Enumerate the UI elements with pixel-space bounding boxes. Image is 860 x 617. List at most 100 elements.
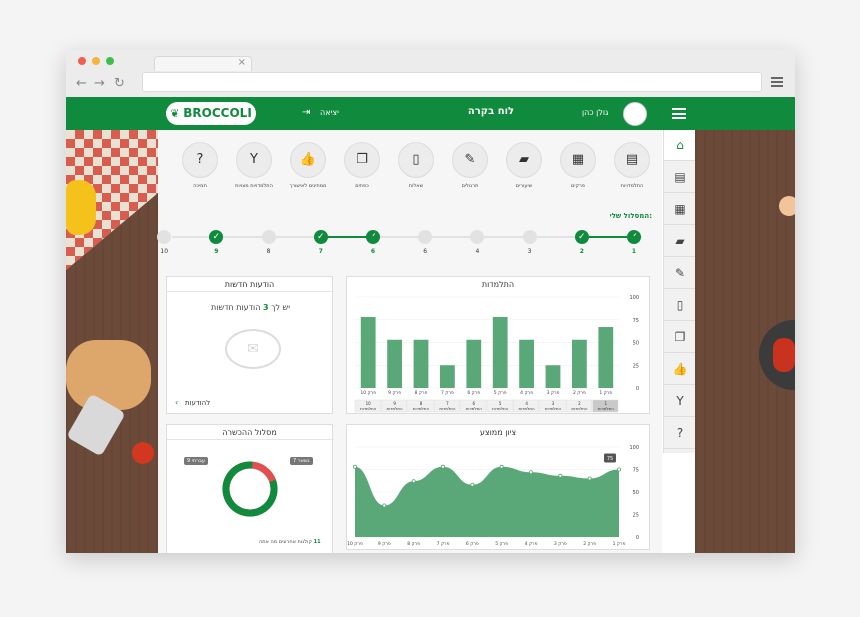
book-icon[interactable]: ▰ bbox=[664, 226, 696, 257]
shortcut-button-9[interactable]: ? bbox=[182, 142, 218, 178]
bar-ytick: 0 bbox=[636, 386, 639, 392]
bar-category-label: פרק 9 bbox=[388, 390, 401, 396]
path-step-label-7: 7 bbox=[318, 248, 323, 255]
path-step-8[interactable] bbox=[261, 230, 276, 244]
path-step-label-4: 4 bbox=[475, 248, 480, 255]
path-step-9[interactable]: ✓ bbox=[209, 230, 224, 244]
path-step-2[interactable]: ✓ bbox=[574, 230, 589, 244]
training-donut bbox=[222, 461, 278, 517]
shortcut-button-1[interactable]: ▤ bbox=[614, 142, 650, 178]
area-point-10[interactable] bbox=[353, 464, 358, 469]
brand-logo[interactable]: ❦ BROCCOLI bbox=[166, 102, 256, 125]
bar-category-label: פרק 1 bbox=[599, 390, 612, 396]
tab-close-icon[interactable]: × bbox=[238, 57, 246, 68]
bar-1[interactable] bbox=[598, 327, 614, 388]
chat-bubble-icon: ✉ bbox=[225, 329, 281, 369]
path-step-5[interactable] bbox=[418, 230, 433, 244]
bar-4[interactable] bbox=[519, 339, 534, 388]
bar-category-label: פרק 3 bbox=[547, 390, 560, 396]
bar-tab-text: התלמדות bbox=[598, 406, 615, 411]
path-step-10[interactable] bbox=[157, 230, 172, 244]
bar-category-label: פרק 5 bbox=[494, 390, 507, 396]
browser-tab[interactable]: × bbox=[154, 56, 252, 71]
copy-icon[interactable]: ❐ bbox=[664, 322, 696, 353]
bar-category-label: פרק 8 bbox=[415, 390, 428, 396]
bar-ytick: 25 bbox=[633, 363, 639, 369]
main-content: ▤ התלמדויות ▦ פרקים ▰ שיעורים ✎ תרגולים ▯ שאלות ❐ כ… bbox=[157, 130, 662, 553]
path-step-4[interactable] bbox=[470, 230, 485, 244]
chevron-left-icon[interactable]: ‹ bbox=[175, 398, 178, 407]
document-icon[interactable]: ▯ bbox=[664, 290, 696, 321]
path-step-7[interactable]: ✓ bbox=[313, 230, 328, 244]
shortcut-button-5[interactable]: ▯ bbox=[398, 142, 434, 178]
shortcut-button-8[interactable]: Y bbox=[236, 142, 272, 178]
bar-8[interactable] bbox=[413, 339, 429, 388]
area-ytick: 75 bbox=[633, 468, 639, 474]
thumbs-up-icon[interactable]: 👍 bbox=[664, 354, 696, 385]
shortcut-label-4: תרגולים bbox=[461, 183, 479, 189]
logout-icon[interactable]: ⇥ bbox=[302, 107, 310, 118]
area-series bbox=[355, 466, 619, 537]
bar-5[interactable] bbox=[492, 317, 508, 388]
bar-7[interactable] bbox=[440, 365, 455, 388]
bar-3[interactable] bbox=[545, 365, 561, 388]
area-chart-card: ציון ממוצע 100 75 50 25 0 פרק 1 פרק 2 פרק 3 פרק … bbox=[346, 424, 650, 550]
bar-chart-card: התלמדות 100 75 50 25 0 פרק 1 1 התלמדות פרק 2 2 התל… bbox=[346, 276, 650, 414]
messages-summary: יש לך 3 הודעות חדשות bbox=[167, 303, 334, 312]
path-step-label-6: 6 bbox=[370, 248, 376, 255]
help-icon[interactable]: ? bbox=[664, 418, 696, 449]
card-icon[interactable]: ▤ bbox=[664, 162, 696, 193]
area-point-7[interactable] bbox=[441, 464, 446, 469]
right-sidebar: ⌂ ▤ ▦ ▰ ✎ ▯ ❐ 👍 Y? bbox=[663, 130, 696, 453]
bar-9[interactable] bbox=[387, 339, 402, 388]
tomato-image bbox=[132, 442, 154, 464]
home-icon[interactable]: ⌂ bbox=[664, 130, 696, 161]
messages-link[interactable]: להודעות bbox=[185, 399, 210, 407]
shortcut-label-9: תמיכה bbox=[193, 183, 207, 189]
path-step-3[interactable] bbox=[522, 230, 537, 244]
bar-category-label: פרק 6 bbox=[467, 390, 480, 396]
address-bar[interactable] bbox=[142, 72, 762, 92]
bar-2[interactable] bbox=[572, 339, 587, 388]
area-point-9[interactable] bbox=[382, 503, 387, 508]
hamburger-menu-icon[interactable] bbox=[672, 108, 686, 119]
bar-tab-text: התלמדות bbox=[387, 406, 404, 411]
area-category-label: פרק 2 bbox=[583, 541, 596, 547]
grid-icon[interactable]: ▦ bbox=[664, 194, 696, 225]
shortcut-label-1: התלמדויות bbox=[620, 183, 644, 189]
area-point-2[interactable] bbox=[587, 476, 592, 481]
area-point-8[interactable] bbox=[411, 479, 416, 484]
area-point-5[interactable] bbox=[499, 464, 504, 469]
bar-10[interactable] bbox=[360, 317, 376, 388]
area-point-4[interactable] bbox=[528, 470, 533, 475]
shortcut-button-7[interactable]: 👍 bbox=[290, 142, 326, 178]
reload-icon[interactable]: ↻ bbox=[114, 76, 125, 91]
area-category-label: פרק 10 bbox=[347, 541, 363, 547]
logout-link[interactable]: יציאה bbox=[320, 108, 339, 117]
area-point-1[interactable] bbox=[616, 467, 621, 472]
area-point-3[interactable] bbox=[558, 473, 563, 478]
edit-icon[interactable]: ✎ bbox=[664, 258, 696, 289]
shortcut-button-4[interactable]: ✎ bbox=[452, 142, 488, 178]
shortcut-button-3[interactable]: ▰ bbox=[506, 142, 542, 178]
bar-tab-text: התלמדות bbox=[571, 406, 588, 411]
minimize-dot[interactable] bbox=[92, 57, 100, 65]
shortcut-label-5: שאלות bbox=[408, 183, 424, 189]
back-arrow-icon[interactable]: ← bbox=[76, 76, 87, 91]
shortcut-label-8: התלמדויות מצויות bbox=[235, 183, 273, 189]
trophy-icon[interactable]: Y bbox=[664, 386, 696, 417]
browser-menu-icon[interactable] bbox=[771, 77, 783, 87]
area-tooltip-value: 75 bbox=[607, 456, 613, 462]
area-point-6[interactable] bbox=[470, 482, 475, 487]
remaining-badge: נשאר 7 bbox=[290, 457, 313, 465]
shortcut-button-2[interactable]: ▦ bbox=[560, 142, 596, 178]
close-dot[interactable] bbox=[78, 57, 86, 65]
avatar[interactable]: ☺ bbox=[623, 102, 647, 126]
maximize-dot[interactable] bbox=[106, 57, 114, 65]
forward-arrow-icon[interactable]: → bbox=[94, 76, 105, 91]
shortcut-button-6[interactable]: ❐ bbox=[344, 142, 380, 178]
user-name[interactable]: גולן כהן bbox=[582, 108, 608, 117]
training-title: מסלול ההכשרה bbox=[222, 428, 277, 437]
bar-category-label: פרק 2 bbox=[573, 390, 586, 396]
bar-6[interactable] bbox=[466, 339, 482, 388]
